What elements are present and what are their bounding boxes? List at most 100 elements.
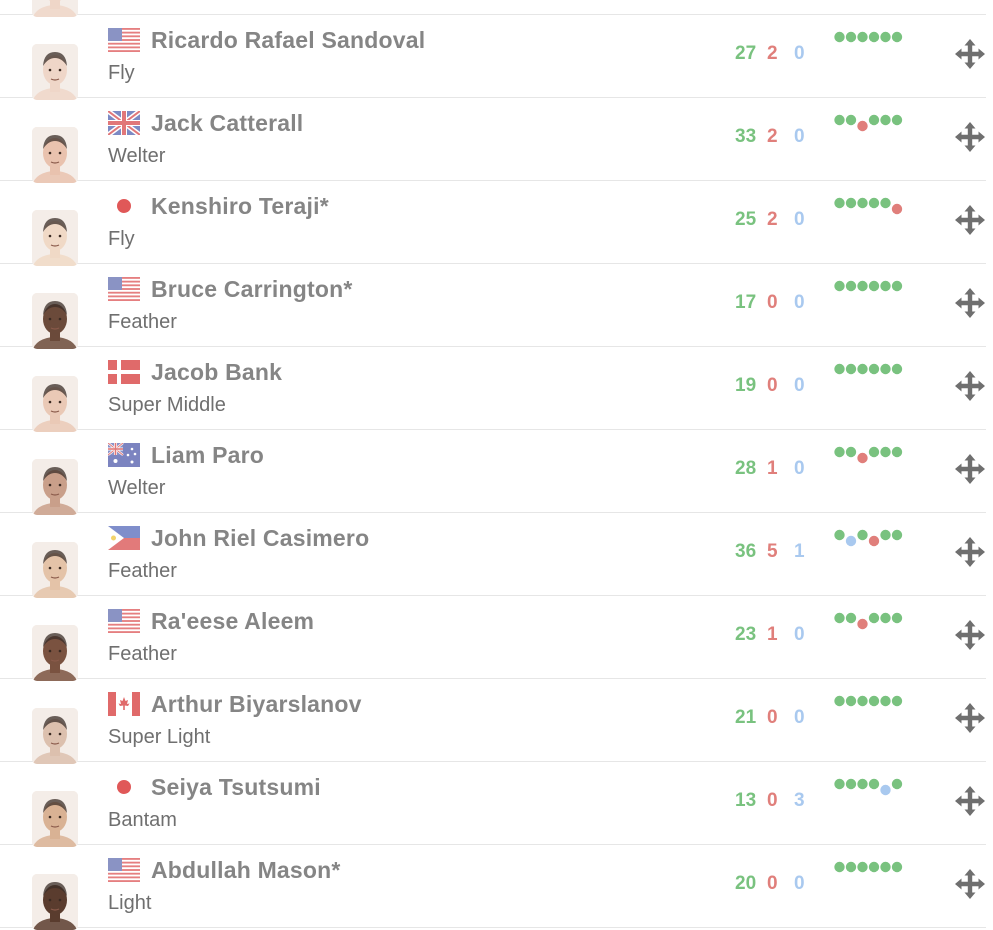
boxer-name[interactable]: Bruce Carrington* [151, 276, 352, 303]
record-draws: 0 [794, 458, 805, 479]
recent-form [834, 197, 914, 221]
form-dot-win [891, 529, 903, 541]
form-dot-win [880, 280, 891, 292]
drag-move-icon[interactable] [954, 287, 986, 319]
boxer-avatar[interactable] [32, 459, 78, 515]
boxer-row[interactable]: Jacob Bank Super Middle 19 0 0 [0, 347, 986, 432]
boxer-row[interactable]: Seiya Tsutsumi Bantam 13 0 3 [0, 762, 986, 847]
japan-flag [108, 775, 140, 799]
australia-flag [108, 443, 140, 467]
boxer-name[interactable]: Liam Paro [151, 442, 264, 469]
form-dot-win [891, 114, 903, 126]
drag-move-icon[interactable] [954, 619, 986, 651]
boxer-division: Welter [108, 477, 166, 499]
form-dot-win [891, 446, 903, 458]
form-dot-win [868, 197, 880, 209]
boxer-name[interactable]: Arthur Biyarslanov [151, 691, 362, 718]
boxer-avatar[interactable] [32, 44, 78, 100]
record-losses: 0 [767, 375, 778, 396]
boxer-avatar[interactable] [32, 542, 78, 598]
drag-move-icon[interactable] [954, 536, 986, 568]
form-dot-win [857, 197, 868, 209]
boxer-division: Super Light [108, 726, 211, 748]
drag-move-icon[interactable] [954, 370, 986, 402]
form-dot-draw [880, 784, 891, 796]
record-draws: 3 [794, 790, 805, 811]
record-wins: 17 [735, 292, 757, 313]
form-dot-win [891, 778, 903, 790]
recent-form [834, 31, 914, 55]
boxer-row[interactable]: Liam Paro Welter 28 1 0 [0, 430, 986, 515]
form-dot-win [868, 612, 880, 624]
uk-flag [108, 111, 140, 135]
drag-move-icon[interactable] [954, 121, 986, 153]
record-losses: 0 [767, 790, 778, 811]
form-dot-win [834, 695, 845, 707]
boxer-row[interactable]: Ricardo Rafael Sandoval Fly 27 2 0 [0, 15, 986, 100]
boxer-name[interactable]: Ra'eese Aleem [151, 608, 314, 635]
form-dot-win [845, 280, 857, 292]
boxer-row[interactable]: Jack Catterall Welter 33 2 0 [0, 98, 986, 183]
boxer-row[interactable]: Kenshiro Teraji* Fly 25 2 0 [0, 181, 986, 266]
form-dot-win [868, 861, 880, 873]
form-dot-win [857, 861, 868, 873]
boxer-name[interactable]: Ricardo Rafael Sandoval [151, 27, 425, 54]
form-dot-win [857, 280, 868, 292]
boxer-row[interactable]: Arthur Biyarslanov Super Light 21 0 0 [0, 679, 986, 764]
boxer-division: Fly [108, 228, 135, 250]
drag-move-icon[interactable] [954, 785, 986, 817]
form-dot-win [880, 861, 891, 873]
boxer-avatar[interactable] [32, 376, 78, 432]
form-dot-win [880, 446, 891, 458]
denmark-flag [108, 360, 140, 384]
drag-move-icon[interactable] [954, 204, 986, 236]
drag-move-icon[interactable] [954, 453, 986, 485]
record-draws: 0 [794, 43, 805, 64]
drag-move-icon[interactable] [954, 38, 986, 70]
boxer-row[interactable] [0, 0, 986, 17]
philippines-flag [108, 526, 140, 550]
form-dot-win [845, 446, 857, 458]
form-dot-win [845, 31, 857, 43]
boxer-avatar[interactable] [32, 127, 78, 183]
form-dot-win [880, 197, 891, 209]
boxer-avatar[interactable] [32, 708, 78, 764]
boxer-avatar[interactable] [32, 874, 78, 930]
boxer-row[interactable]: Bruce Carrington* Feather 17 0 0 [0, 264, 986, 349]
boxer-avatar[interactable] [32, 293, 78, 349]
record-wins: 27 [735, 43, 757, 64]
form-dot-win [868, 114, 880, 126]
boxer-name[interactable]: Jack Catterall [151, 110, 303, 137]
form-dot-win [845, 363, 857, 375]
form-dot-win [857, 695, 868, 707]
form-dot-win [891, 363, 903, 375]
boxer-row[interactable]: Ra'eese Aleem Feather 23 1 0 [0, 596, 986, 681]
record-draws: 0 [794, 126, 805, 147]
boxer-avatar[interactable] [32, 791, 78, 847]
boxer-name[interactable]: Abdullah Mason* [151, 857, 341, 884]
boxer-division: Bantam [108, 809, 177, 831]
form-dot-win [868, 363, 880, 375]
boxer-avatar[interactable] [32, 625, 78, 681]
drag-move-icon[interactable] [954, 868, 986, 900]
boxer-name[interactable]: Jacob Bank [151, 359, 282, 386]
form-dot-loss [868, 535, 880, 547]
form-dot-win [880, 363, 891, 375]
form-dot-win [891, 861, 903, 873]
record-wins: 23 [735, 624, 757, 645]
form-dot-win [834, 114, 845, 126]
boxer-name[interactable]: Kenshiro Teraji* [151, 193, 329, 220]
boxer-division: Feather [108, 560, 177, 582]
boxer-row[interactable]: John Riel Casimero Feather 36 5 1 [0, 513, 986, 598]
boxer-name[interactable]: Seiya Tsutsumi [151, 774, 321, 801]
boxer-name[interactable]: John Riel Casimero [151, 525, 369, 552]
form-dot-win [891, 280, 903, 292]
form-dot-win [880, 31, 891, 43]
record-losses: 2 [767, 209, 778, 230]
form-dot-win [834, 31, 845, 43]
form-dot-win [845, 695, 857, 707]
us-flag [108, 609, 140, 633]
drag-move-icon[interactable] [954, 702, 986, 734]
boxer-avatar[interactable] [32, 210, 78, 266]
boxer-division: Welter [108, 145, 166, 167]
